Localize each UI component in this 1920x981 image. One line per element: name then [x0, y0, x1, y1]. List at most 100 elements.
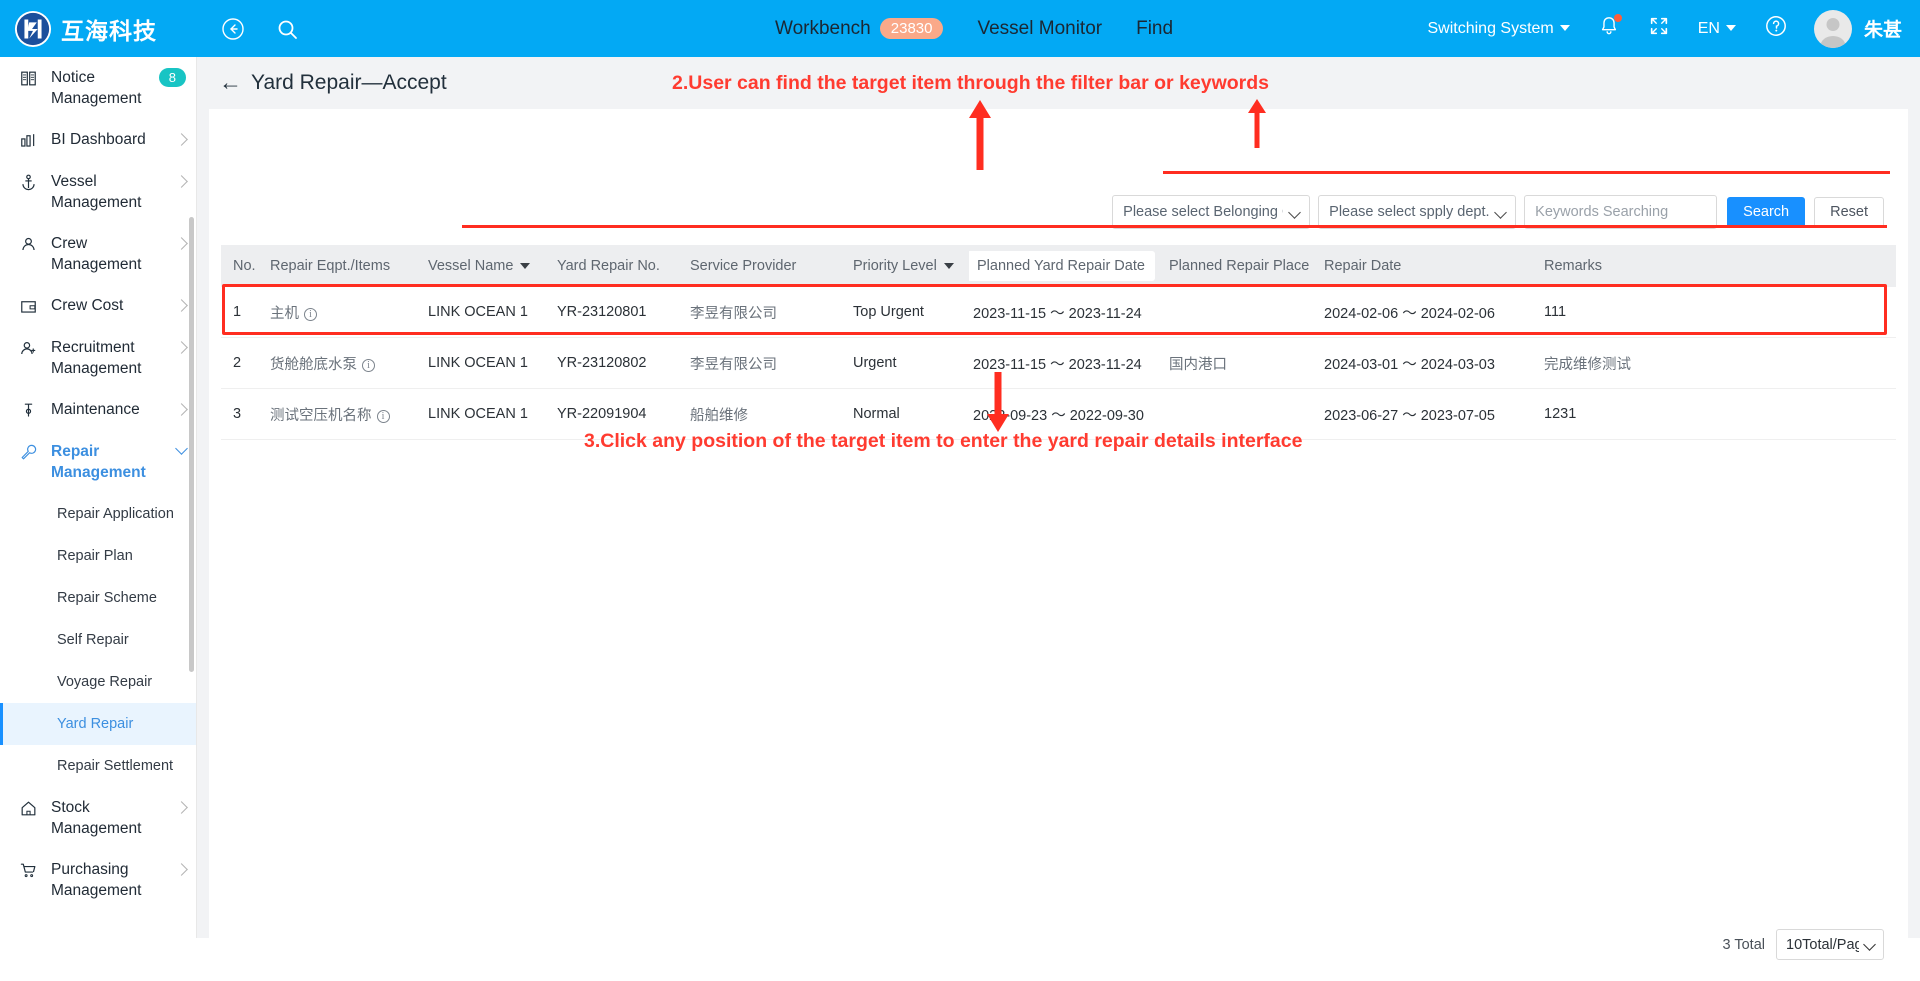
sidebar-item-repair-management[interactable]: Repair Management: [0, 431, 196, 493]
info-circle-icon[interactable]: i: [376, 409, 390, 423]
username-label: 朱甚: [1863, 20, 1902, 41]
nav-item-vessel-monitor[interactable]: Vessel Monitor: [977, 18, 1102, 40]
sidebar-item-purchasing-management[interactable]: Purchasing Management: [0, 849, 196, 911]
cell-repair-eqpt-text: 测试空压机名称: [270, 407, 372, 424]
search-icon[interactable]: [274, 16, 300, 42]
nav-item-find[interactable]: Find: [1136, 18, 1173, 40]
sidebar-item-label: Recruitment Management: [51, 339, 142, 377]
sidebar-subitem-yard-repair[interactable]: Yard Repair: [0, 703, 196, 745]
cell-vessel-name: LINK OCEAN 1: [428, 355, 528, 371]
sidebar-item-label: Purchasing Management: [51, 861, 142, 899]
cell-yard-repair-no: YR-23120802: [557, 355, 647, 371]
wallet-icon: [17, 296, 39, 317]
sidebar-subitem-voyage-repair[interactable]: Voyage Repair: [0, 661, 196, 703]
sidebar-item-label: Vessel Management: [51, 173, 142, 211]
bar-chart-icon: [17, 130, 39, 151]
sidebar-subitem-repair-plan[interactable]: Repair Plan: [0, 535, 196, 577]
nav-item-vessel-monitor-label: Vessel Monitor: [977, 17, 1103, 39]
fullscreen-expand-icon[interactable]: [1648, 15, 1670, 42]
column-header-planned-repair-place: Planned Repair Place: [1169, 258, 1310, 274]
sidebar: Notice Management 8 BI Dashboard Vessel …: [0, 57, 197, 938]
chevron-down-icon: [175, 442, 188, 455]
switching-system-label: Switching System: [1427, 19, 1554, 37]
column-header-vessel-name[interactable]: Vessel Name: [424, 258, 553, 274]
avatar[interactable]: [1813, 9, 1852, 48]
sidebar-item-vessel-management[interactable]: Vessel Management: [0, 161, 196, 223]
column-header-planned-yard-repair-date[interactable]: Planned Yard Repair Date: [969, 251, 1165, 281]
nav-item-workbench-label: Workbench: [775, 17, 871, 39]
notifications-bell-button[interactable]: [1598, 14, 1622, 42]
sidebar-item-label: Repair Management: [51, 443, 146, 481]
brand-name: 互海科技: [61, 17, 157, 44]
sidebar-item-label: BI Dashboard: [51, 131, 146, 148]
back-arrow-circle-icon[interactable]: [220, 16, 246, 42]
filter-bar: Please select Belonging C Please select …: [1112, 195, 1884, 229]
column-header-priority-level[interactable]: Priority Level: [849, 258, 969, 274]
belonging-company-select[interactable]: Please select Belonging C: [1112, 195, 1311, 229]
table-row[interactable]: 2 货舱舱底水泵 i LINK OCEAN 1 YR-23120802 李昱有限公…: [221, 338, 1896, 389]
cell-vessel-name: LINK OCEAN 1: [428, 406, 528, 422]
chevron-right-icon: [175, 299, 188, 312]
brand-logo-block[interactable]: 互海科技: [14, 10, 194, 48]
sidebar-item-notice-management[interactable]: Notice Management 8: [0, 57, 196, 119]
language-label: EN: [1697, 19, 1720, 37]
sidebar-scrollbar[interactable]: [189, 217, 194, 672]
sidebar-subitem-repair-application[interactable]: Repair Application: [0, 493, 196, 535]
table-row[interactable]: 3 测试空压机名称 i LINK OCEAN 1 YR-22091904 船舶维修…: [221, 389, 1896, 440]
sidebar-subitem-repair-settlement[interactable]: Repair Settlement: [0, 745, 196, 787]
reset-button[interactable]: Reset: [1814, 196, 1884, 228]
page-title[interactable]: ← Yard Repair—Accept: [219, 69, 447, 96]
table-row[interactable]: 1 主机 i LINK OCEAN 1 YR-23120801 李昱有限公司 To…: [221, 287, 1896, 338]
sort-descending-icon[interactable]: [520, 263, 531, 270]
spanner-icon: [17, 442, 39, 463]
chevron-down-icon: [1725, 25, 1736, 32]
nav-item-workbench[interactable]: Workbench 23830: [775, 17, 944, 40]
back-arrow-icon[interactable]: ←: [219, 69, 242, 96]
cell-repair-eqpt-text: 主机: [270, 305, 299, 322]
keywords-search-input[interactable]: [1524, 195, 1718, 229]
sidebar-subitem-self-repair[interactable]: Self Repair: [0, 619, 196, 661]
cell-service-provider: 李昱有限公司: [690, 356, 777, 373]
home-icon: [17, 798, 39, 819]
sidebar-item-crew-management[interactable]: Crew Management: [0, 223, 196, 285]
sort-descending-icon[interactable]: [943, 263, 954, 270]
person-icon: [17, 234, 39, 255]
sidebar-item-label: Maintenance: [51, 401, 140, 418]
supply-dept-select[interactable]: Please select spply dept.: [1318, 195, 1517, 229]
supply-dept-select-wrap: Please select spply dept.: [1318, 195, 1517, 229]
column-header-priority-level-label: Priority Level: [853, 258, 937, 274]
sidebar-item-recruitment-management[interactable]: Recruitment Management: [0, 327, 196, 389]
sidebar-item-label: Stock Management: [51, 799, 142, 837]
total-count-label: 3 Total: [1722, 936, 1765, 953]
chevron-right-icon: [175, 341, 188, 354]
info-circle-icon[interactable]: i: [362, 358, 375, 372]
person-add-icon: [17, 338, 39, 359]
anchor-icon: [17, 172, 39, 193]
cell-yard-repair-no: YR-22091904: [557, 406, 647, 422]
sidebar-item-stock-management[interactable]: Stock Management: [0, 787, 196, 849]
column-header-planned-yard-repair-date-label: Planned Yard Repair Date: [969, 251, 1155, 281]
page-size-select[interactable]: 10Total/Page: [1776, 929, 1884, 960]
nav-item-find-label: Find: [1136, 17, 1174, 39]
chevron-right-icon: [175, 175, 188, 188]
sidebar-item-crew-cost[interactable]: Crew Cost: [0, 285, 196, 327]
help-circle-icon[interactable]: [1764, 14, 1788, 43]
chevron-right-icon: [175, 237, 188, 250]
info-circle-icon[interactable]: i: [304, 307, 317, 321]
workbench-count-badge: 23830: [879, 18, 944, 39]
chevron-right-icon: [175, 133, 188, 146]
cell-repair-date: 2024-02-06 ～ 2024-02-06: [1324, 305, 1495, 322]
cell-service-provider: 船舶维修: [690, 407, 748, 424]
cell-priority-level: Top Urgent: [853, 304, 924, 320]
sidebar-item-maintenance[interactable]: Maintenance: [0, 389, 196, 431]
sidebar-item-bi-dashboard[interactable]: BI Dashboard: [0, 119, 196, 161]
cell-repair-eqpt: 货舱舱底水泵 i: [266, 353, 424, 374]
yard-repair-table: No. Repair Eqpt./Items Vessel Name Yard …: [221, 245, 1896, 440]
search-button[interactable]: Search: [1727, 196, 1806, 228]
switching-system-dropdown[interactable]: Switching System: [1427, 19, 1570, 38]
chevron-right-icon: [175, 801, 188, 814]
column-header-vessel-name-label: Vessel Name: [428, 258, 514, 274]
language-dropdown[interactable]: EN: [1698, 20, 1736, 38]
cell-remarks: 完成维修测试: [1544, 356, 1631, 373]
sidebar-subitem-repair-scheme[interactable]: Repair Scheme: [0, 577, 196, 619]
